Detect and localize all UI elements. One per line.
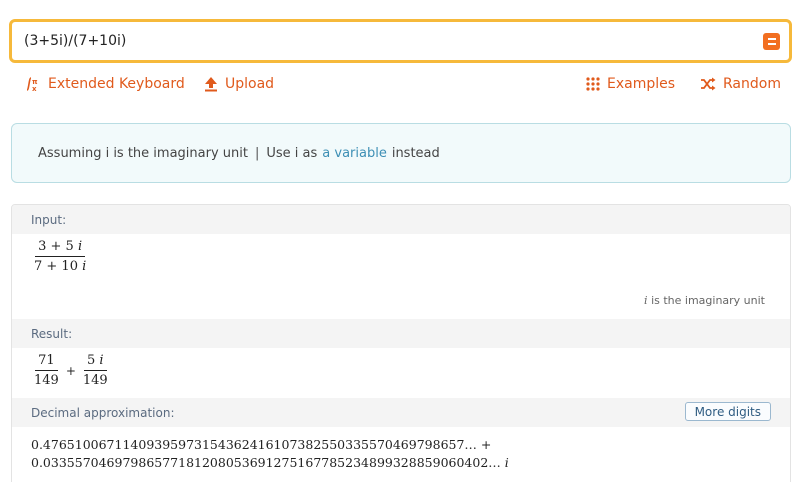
svg-text:x: x — [32, 85, 37, 92]
search-input[interactable] — [12, 22, 763, 60]
assumption-use-text: Use i as — [266, 145, 318, 161]
assumption-text: Assuming i is the imaginary unit — [38, 145, 248, 161]
upload-icon — [205, 77, 217, 92]
input-fraction: 3 + 5 i 7 + 10 i — [34, 239, 87, 274]
keyboard-math-icon: π x — [26, 77, 38, 92]
extended-keyboard-button[interactable]: π x Extended Keyboard — [25, 73, 185, 95]
toolbar: π x Extended Keyboard Upload Examples Ra… — [0, 73, 797, 95]
imaginary-unit-note: i is the imaginary unit — [644, 294, 765, 307]
decimal-pod-title: Decimal approximation: More digits — [12, 398, 790, 427]
examples-label: Examples — [607, 76, 676, 92]
random-button[interactable]: Random — [700, 73, 781, 95]
decimal-real-part: 0.47651006711409395973154362416107382550… — [31, 437, 492, 452]
compute-button[interactable] — [763, 32, 780, 50]
decimal-pod: 0.47651006711409395973154362416107382550… — [12, 427, 790, 482]
assumption-separator: | — [254, 145, 260, 161]
upload-label: Upload — [225, 76, 275, 92]
more-digits-button[interactable]: More digits — [684, 402, 771, 421]
result-real-fraction: 71 149 — [34, 353, 59, 388]
assumption-box: Assuming i is the imaginary unit | Use i… — [11, 123, 791, 183]
plus-sign: + — [65, 363, 76, 378]
extended-keyboard-label: Extended Keyboard — [48, 76, 185, 92]
grid-dots-icon — [586, 77, 600, 91]
shuffle-icon — [701, 77, 716, 91]
results-panel: Input: 3 + 5 i 7 + 10 i i is the imagina… — [11, 204, 791, 482]
result-imaginary-fraction: 5 i 149 — [82, 353, 108, 388]
search-bar — [9, 19, 792, 63]
upload-button[interactable]: Upload — [204, 73, 274, 95]
result-pod-title: Result: — [12, 319, 790, 348]
variable-link[interactable]: a variable — [322, 146, 387, 161]
decimal-imaginary-part: 0.03355704697986577181208053691275167785… — [31, 455, 509, 470]
input-pod-title: Input: — [12, 205, 790, 234]
result-expression: 71 149 + 5 i 149 — [31, 353, 111, 388]
input-pod: 3 + 5 i 7 + 10 i i is the imaginary unit — [12, 234, 790, 319]
equals-icon — [767, 37, 776, 40]
assumption-suffix: instead — [391, 145, 440, 161]
random-label: Random — [723, 76, 781, 92]
result-pod: 71 149 + 5 i 149 — [12, 348, 790, 398]
examples-button[interactable]: Examples — [586, 73, 675, 95]
